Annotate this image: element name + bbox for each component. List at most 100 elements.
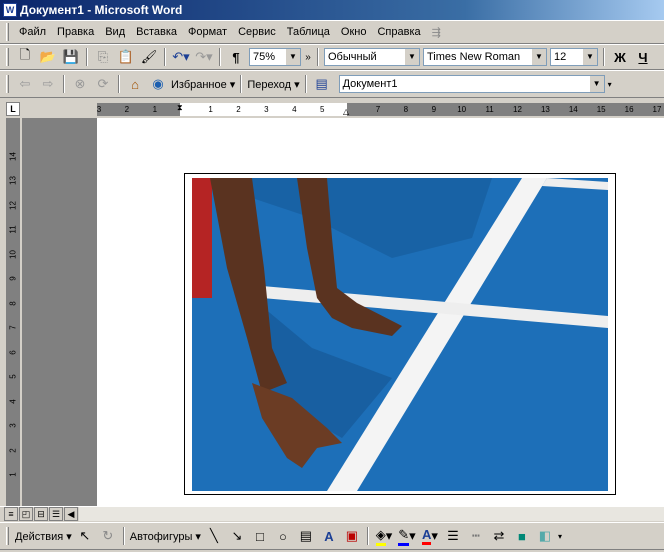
horizontal-scrollbar[interactable]: [79, 507, 664, 521]
chevron-down-icon[interactable]: ▼: [532, 49, 546, 65]
chevron-down-icon[interactable]: ▼: [286, 49, 300, 65]
fill-color-icon[interactable]: ◈ ▾: [374, 526, 394, 546]
standard-toolbar: 🗋 📂 💾 ⎘ 📋 🖌 ↶▾ ↷▾ ¶ 75% ▼ » Обычный ▼ Time…: [0, 44, 664, 70]
address-field[interactable]: Документ1 ▼: [338, 75, 605, 93]
style-select[interactable]: Обычный ▼: [324, 48, 420, 66]
redo-icon[interactable]: ↷▾: [194, 47, 214, 67]
vertical-ruler-tick-label: 3: [8, 423, 18, 428]
font-color-icon[interactable]: A ▾: [420, 526, 440, 546]
line-color-icon[interactable]: ✎ ▾: [397, 526, 417, 546]
copy-icon[interactable]: ⎘: [93, 47, 113, 67]
menu-insert[interactable]: Вставка: [132, 26, 181, 38]
rectangle-icon[interactable]: □: [250, 526, 270, 546]
indent-marker[interactable]: ⧗: [177, 103, 185, 116]
actions-menu[interactable]: Действия ▾: [15, 530, 72, 543]
oval-icon[interactable]: ○: [273, 526, 293, 546]
word-icon: W: [3, 3, 17, 17]
free-rotate-icon[interactable]: ↻: [98, 526, 118, 546]
toolbar-grip[interactable]: [6, 23, 9, 41]
toolbar-grip[interactable]: [6, 48, 9, 66]
inserted-picture[interactable]: [192, 178, 608, 491]
font-value: Times New Roman: [427, 51, 521, 63]
menu-edit[interactable]: Правка: [53, 26, 98, 38]
ruler-tick-label: 15: [596, 105, 606, 114]
undo-icon[interactable]: ↶▾: [171, 47, 191, 67]
menu-format[interactable]: Формат: [184, 26, 231, 38]
vertical-ruler-tick-label: 6: [8, 349, 18, 355]
menu-options-icon[interactable]: ⇶: [428, 26, 445, 39]
menu-file[interactable]: Файл: [15, 26, 50, 38]
separator: [86, 48, 88, 66]
line-style-icon[interactable]: ☰: [443, 526, 463, 546]
ruler-tick-label: 12: [513, 105, 522, 114]
refresh-icon[interactable]: ⟳: [93, 74, 113, 94]
favorites-menu[interactable]: Избранное ▾: [171, 78, 235, 91]
more-buttons[interactable]: »: [304, 47, 312, 67]
menu-view[interactable]: Вид: [101, 26, 129, 38]
wordart-icon[interactable]: A: [319, 526, 339, 546]
text-box-icon[interactable]: ▤: [296, 526, 316, 546]
show-only-web-toolbar-icon[interactable]: ▤: [312, 74, 332, 94]
menu-help[interactable]: Справка: [373, 26, 424, 38]
bold-button[interactable]: Ж: [610, 47, 630, 67]
right-indent-marker[interactable]: △: [343, 107, 349, 116]
separator: [304, 75, 307, 93]
window-title: Документ1 - Microsoft Word: [20, 3, 183, 17]
vertical-ruler-tick-label: 13: [8, 176, 18, 185]
separator: [63, 75, 65, 93]
print-layout-icon[interactable]: ⊟: [34, 507, 48, 521]
arrow-style-icon[interactable]: ⇄: [489, 526, 509, 546]
vertical-ruler-tick-label: 10: [8, 249, 18, 259]
title-bar: W Документ1 - Microsoft Word: [0, 0, 664, 20]
separator: [317, 48, 319, 66]
select-objects-icon[interactable]: ↖: [75, 526, 95, 546]
chevron-down-icon[interactable]: ▼: [583, 49, 597, 65]
menu-table[interactable]: Таблица: [283, 26, 334, 38]
separator: [164, 48, 166, 66]
clip-art-icon[interactable]: ▣: [342, 526, 362, 546]
toolbar-grip[interactable]: [6, 527, 9, 545]
shadow-icon[interactable]: ■: [512, 526, 532, 546]
save-icon[interactable]: 💾: [61, 47, 81, 67]
chevron-down-icon[interactable]: ▼: [589, 76, 604, 92]
back-icon[interactable]: ⇦: [15, 74, 35, 94]
3d-icon[interactable]: ◧: [535, 526, 555, 546]
toolbar-grip[interactable]: [6, 75, 9, 93]
toolbar-options-icon[interactable]: ▾: [608, 80, 612, 89]
go-menu[interactable]: Переход ▾: [247, 78, 299, 91]
format-painter-icon[interactable]: 🖌: [139, 47, 159, 67]
scroll-left-icon[interactable]: ◀: [64, 507, 78, 521]
underline-button[interactable]: Ч: [633, 47, 653, 67]
chevron-down-icon[interactable]: ▼: [405, 49, 419, 65]
menu-window[interactable]: Окно: [337, 26, 371, 38]
line-icon[interactable]: ╲: [204, 526, 224, 546]
forward-icon[interactable]: ⇨: [38, 74, 58, 94]
normal-view-icon[interactable]: ≡: [4, 507, 18, 521]
ruler-tick-label: 2: [236, 105, 241, 114]
horizontal-ruler[interactable]: 3 2 1 1 2 3 4 5 7 8 9 10 11 12 13 14 15 16 17 ⧗ △: [97, 103, 664, 116]
style-value: Обычный: [328, 51, 377, 63]
page-margin-area: [22, 118, 97, 506]
vertical-ruler[interactable]: 1 2 3 4 5 6 7 8 9 10 11 12 13 14: [6, 118, 20, 506]
web-view-icon[interactable]: ◰: [19, 507, 33, 521]
outline-view-icon[interactable]: ☰: [49, 507, 63, 521]
dash-style-icon[interactable]: ┅: [466, 526, 486, 546]
paste-icon[interactable]: 📋: [116, 47, 136, 67]
running-track-photo: [192, 178, 608, 491]
menu-bar: Файл Правка Вид Вставка Формат Сервис Та…: [0, 20, 664, 44]
arrow-icon[interactable]: ↘: [227, 526, 247, 546]
font-size-select[interactable]: 12 ▼: [550, 48, 598, 66]
search-web-icon[interactable]: ◉: [148, 74, 168, 94]
menu-tools[interactable]: Сервис: [234, 26, 280, 38]
font-select[interactable]: Times New Roman ▼: [423, 48, 547, 66]
show-formatting-button[interactable]: ¶: [226, 47, 246, 67]
zoom-select[interactable]: 75% ▼: [249, 48, 301, 66]
stop-icon[interactable]: ⊗: [70, 74, 90, 94]
open-folder-icon[interactable]: 📂: [38, 47, 58, 67]
toolbar-options-icon[interactable]: ▾: [558, 532, 562, 541]
ruler-tick-label: 3: [97, 105, 102, 114]
tab-selector[interactable]: L: [6, 102, 20, 116]
home-icon[interactable]: ⌂: [125, 74, 145, 94]
new-document-icon[interactable]: 🗋: [15, 47, 35, 67]
autoshapes-menu[interactable]: Автофигуры ▾: [130, 530, 201, 543]
